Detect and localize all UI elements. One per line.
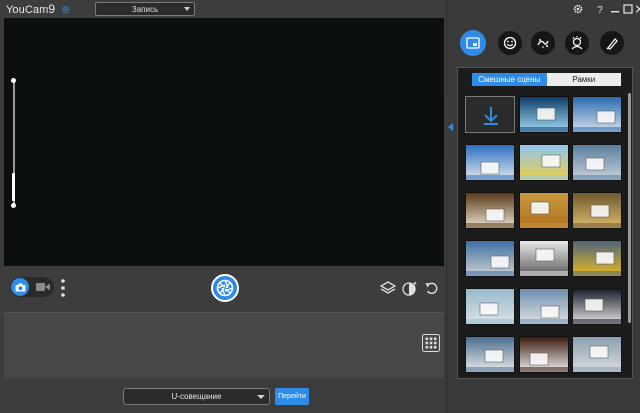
effects-gallery: Смешные сцены Рамки: [457, 67, 633, 379]
avatar-effects-icon: [571, 36, 583, 50]
brush-icon: [606, 38, 618, 50]
segment-frames[interactable]: Рамки: [546, 73, 621, 86]
effects-segment-control: Смешные сцены Рамки: [472, 73, 621, 86]
effect-thumb-city-billboard[interactable]: [572, 144, 622, 181]
minimize-icon[interactable]: [610, 4, 620, 14]
tab-scenes[interactable]: [460, 30, 486, 56]
video-camera-icon[interactable]: [36, 282, 50, 292]
scene-preview-image: [573, 241, 621, 276]
collapse-panel-button[interactable]: [446, 95, 455, 161]
effect-thumb-stadium-screen[interactable]: [465, 240, 515, 277]
camera-preview: [4, 18, 444, 266]
scene-preview-image: [520, 97, 568, 132]
scene-preview-image: [466, 193, 514, 228]
aperture-icon: [216, 279, 234, 297]
settings-gear-icon[interactable]: [573, 4, 583, 14]
effects-panel: ? Смешные сцены Рамки: [446, 0, 640, 413]
tab-particles[interactable]: [531, 31, 555, 55]
scene-preview-image: [466, 289, 514, 324]
effect-thumb-autumn-frame[interactable]: [572, 192, 622, 229]
capture-button[interactable]: [211, 274, 239, 302]
scene-preview-image: [573, 145, 621, 180]
effect-thumb-spotlight-stage[interactable]: [519, 96, 569, 133]
go-button[interactable]: Перейти: [275, 388, 309, 405]
help-icon[interactable]: ?: [595, 4, 605, 14]
emoji-icon: [503, 36, 517, 50]
scene-preview-image: [520, 145, 568, 180]
layers-icon[interactable]: [380, 280, 396, 296]
zoom-in-handle[interactable]: [11, 78, 16, 83]
effect-thumb-skyscraper-screens[interactable]: [572, 336, 622, 373]
effect-thumb-billboard-sky[interactable]: [572, 96, 622, 133]
effect-thumb-hot-air-balloons[interactable]: [519, 144, 569, 181]
scene-preview-image: [520, 289, 568, 324]
effect-thumb-crowd-signs[interactable]: [519, 288, 569, 325]
face-beautify-icon[interactable]: [402, 280, 418, 296]
meeting-app-select[interactable]: U-совещание: [123, 388, 270, 405]
chevron-left-icon: [448, 123, 453, 131]
effect-thumb-balloon-sky-1[interactable]: [465, 144, 515, 181]
capture-mode-value: Запись: [131, 4, 159, 14]
gallery-scrollbar[interactable]: [628, 93, 631, 323]
meeting-app-value: U-совещание: [171, 392, 222, 401]
scene-preview-image: [466, 145, 514, 180]
youcam-window: YouCam9 Запись U-совещание Перейти ? Сме…: [0, 0, 640, 413]
scene-preview-image: [520, 241, 568, 276]
undo-icon[interactable]: [424, 280, 440, 296]
segment-funny-scenes[interactable]: Смешные сцены: [472, 73, 547, 86]
photo-video-toggle[interactable]: [10, 277, 54, 297]
scenes-icon: [466, 37, 480, 49]
scene-preview-image: [466, 337, 514, 372]
particles-icon: [537, 39, 549, 48]
title-bar: YouCam9: [0, 0, 446, 18]
effect-thumb-gallery-frame-1[interactable]: [465, 192, 515, 229]
capture-mode-select[interactable]: Запись: [95, 2, 195, 16]
chevron-down-icon: [184, 7, 190, 11]
tab-avatar[interactable]: [565, 31, 589, 55]
meeting-bar: U-совещание Перейти: [0, 380, 446, 413]
effect-thumb-building-screen[interactable]: [465, 336, 515, 373]
zoom-thumb[interactable]: [12, 173, 15, 201]
chevron-down-icon: [257, 395, 265, 399]
effect-thumb-night-billboards[interactable]: [572, 288, 622, 325]
scene-preview-image: [520, 337, 568, 372]
captured-media-tray: [4, 312, 444, 378]
app-version: 9: [48, 2, 56, 16]
scene-preview-image: [573, 97, 621, 132]
tab-brush[interactable]: [600, 31, 624, 55]
gear-icon[interactable]: [61, 5, 70, 14]
effect-thumb-window-cleaners[interactable]: [465, 288, 515, 325]
grid-view-icon[interactable]: [422, 334, 440, 352]
scene-preview-image: [466, 241, 514, 276]
download-icon: [484, 107, 498, 125]
scene-preview-image: [573, 289, 621, 324]
effect-thumb-times-square[interactable]: [572, 240, 622, 277]
zoom-slider[interactable]: [11, 78, 17, 208]
effect-thumb-theater-screen[interactable]: [519, 336, 569, 373]
close-icon[interactable]: [635, 4, 640, 14]
scene-preview-image: [573, 193, 621, 228]
zoom-out-handle[interactable]: [11, 203, 16, 208]
photo-mode-button[interactable]: [11, 278, 29, 296]
app-title: YouCam9: [6, 2, 55, 16]
capture-controls: [4, 266, 444, 310]
more-options-icon[interactable]: [60, 278, 66, 298]
scene-preview-image: [573, 337, 621, 372]
app-name: YouCam: [6, 4, 49, 16]
effect-thumb-newspaper[interactable]: [519, 240, 569, 277]
svg-text:?: ?: [597, 5, 603, 14]
scene-preview-image: [520, 193, 568, 228]
tab-emoji[interactable]: [498, 31, 522, 55]
effect-thumb-gallery-frame-2[interactable]: [519, 192, 569, 229]
camera-icon: [15, 283, 25, 291]
maximize-icon[interactable]: [623, 4, 633, 14]
effect-thumb-download-more[interactable]: [465, 96, 515, 133]
